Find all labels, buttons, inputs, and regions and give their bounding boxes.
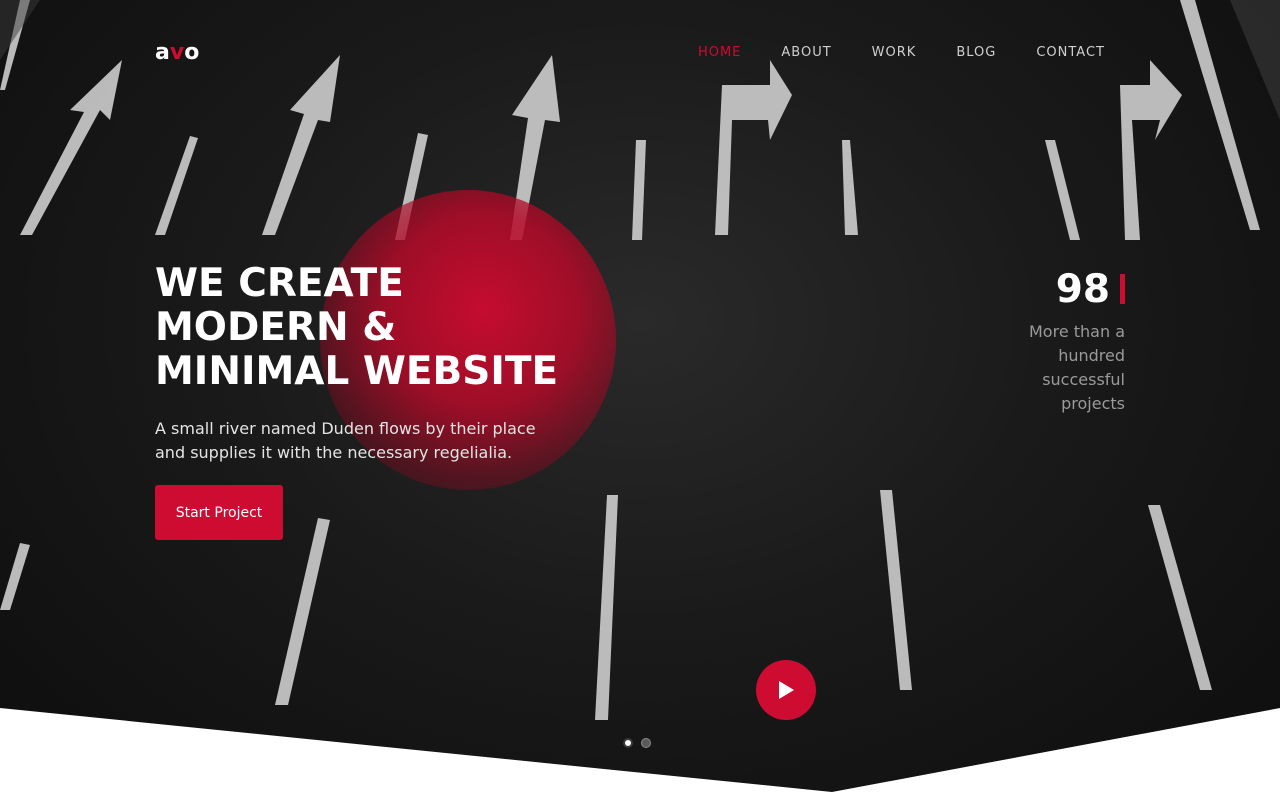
- stat-number-row: 98: [925, 266, 1125, 314]
- nav-item-home[interactable]: HOME: [698, 45, 741, 60]
- logo[interactable]: avo: [155, 40, 199, 65]
- main-nav: HOME ABOUT WORK BLOG CONTACT: [698, 45, 1105, 60]
- stat-accent-bar: [1120, 274, 1125, 304]
- logo-text-prefix: a: [155, 40, 170, 65]
- start-project-button[interactable]: Start Project: [155, 485, 283, 540]
- nav-item-contact[interactable]: CONTACT: [1036, 45, 1105, 60]
- nav-item-blog[interactable]: BLOG: [956, 45, 996, 60]
- play-icon: [779, 681, 794, 699]
- headline-line-2: MODERN &: [155, 305, 397, 350]
- logo-text-suffix: o: [184, 40, 200, 65]
- nav-item-about[interactable]: ABOUT: [781, 45, 831, 60]
- slider-pagination: [623, 738, 651, 748]
- stat-block: 98 More than a hundred successful projec…: [925, 266, 1125, 416]
- page: avo HOME ABOUT WORK BLOG CONTACT WE CREA…: [0, 0, 1280, 800]
- nav-item-work[interactable]: WORK: [872, 45, 917, 60]
- play-video-button[interactable]: [756, 660, 816, 720]
- headline-line-1: WE CREATE: [155, 261, 404, 306]
- stat-number: 98: [1055, 267, 1110, 312]
- hero-subtext: A small river named Duden flows by their…: [155, 419, 536, 462]
- headline-line-3: MINIMAL WEBSITE: [155, 349, 559, 394]
- slider-dot-1[interactable]: [623, 738, 633, 748]
- slider-dot-2[interactable]: [641, 738, 651, 748]
- stat-label: More than a hundred successful projects: [1029, 322, 1125, 413]
- hero-headline: WE CREATE MODERN & MINIMAL WEBSITE: [155, 262, 575, 394]
- logo-text-accent: v: [169, 40, 185, 65]
